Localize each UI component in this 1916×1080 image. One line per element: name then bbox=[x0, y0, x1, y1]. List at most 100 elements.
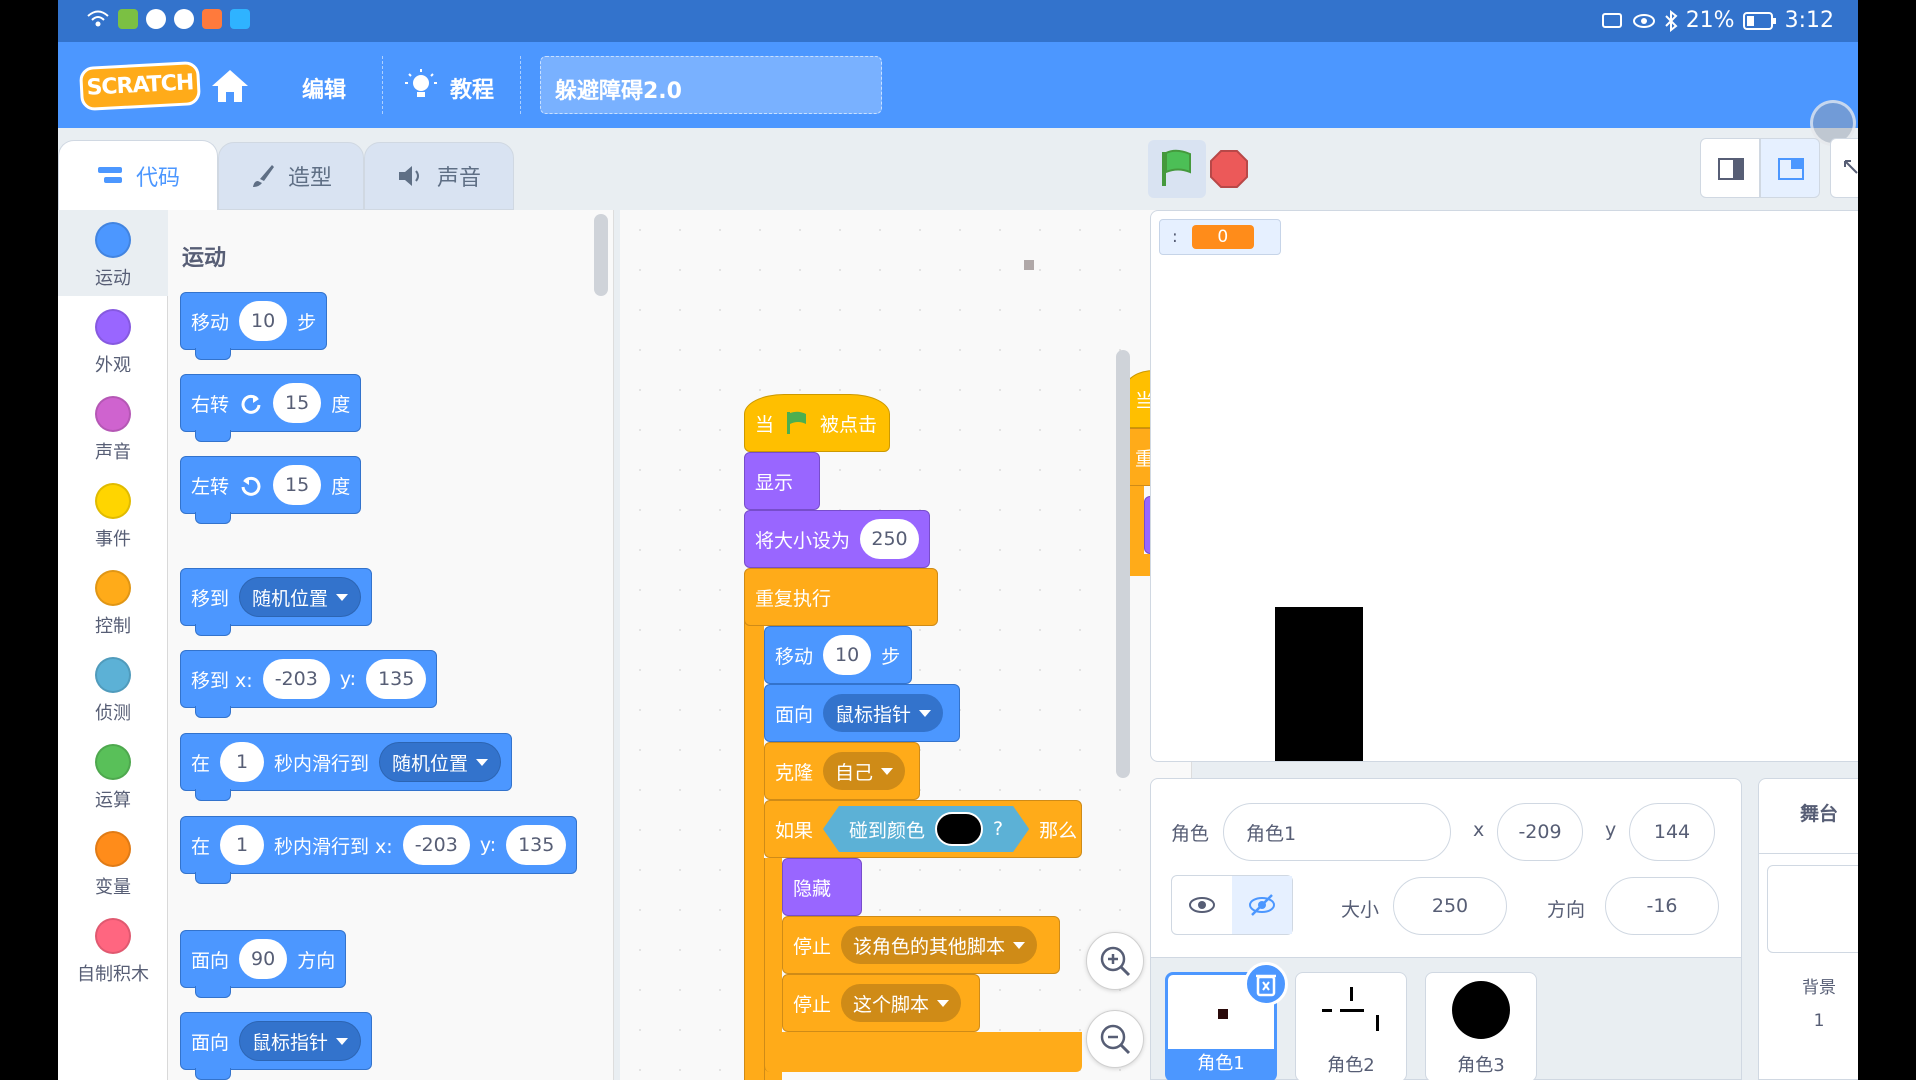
sprite-label: 角色 bbox=[1171, 823, 1210, 845]
lightbulb-icon[interactable] bbox=[404, 68, 438, 102]
zoom-out-button[interactable] bbox=[1086, 1010, 1144, 1068]
script-scrollbar[interactable] bbox=[1116, 350, 1130, 778]
category-operators[interactable]: 运算 bbox=[58, 732, 168, 818]
block-input[interactable]: 250 bbox=[860, 519, 919, 559]
block-input[interactable]: 10 bbox=[823, 635, 872, 675]
block-input[interactable]: 135 bbox=[506, 825, 567, 865]
sprite-thumbnail bbox=[1452, 981, 1510, 1039]
dropdown-value: 这个脚本 bbox=[853, 993, 930, 1016]
tutorial-menu[interactable]: 教程 bbox=[450, 72, 494, 104]
palette-scrollbar[interactable] bbox=[594, 214, 608, 296]
x-input[interactable]: -209 bbox=[1497, 803, 1583, 861]
block-point-towards[interactable]: 面向 鼠标指针 bbox=[180, 1012, 373, 1080]
block-touching-color[interactable]: 碰到颜色 ? bbox=[823, 806, 1029, 852]
stage-canvas[interactable]: : 0 bbox=[1150, 210, 1858, 762]
block-input[interactable]: -203 bbox=[262, 659, 330, 699]
block-stop-other-scripts[interactable]: 停止 该角色的其他脚本 bbox=[782, 916, 1060, 974]
block-input[interactable]: 15 bbox=[273, 383, 322, 423]
obstacle-sprite[interactable] bbox=[1275, 607, 1363, 761]
variable-monitor[interactable]: : 0 bbox=[1159, 219, 1281, 255]
stage-selector-panel[interactable]: 舞台 背景 1 bbox=[1758, 778, 1858, 1080]
speaker-icon bbox=[398, 166, 419, 186]
block-goto-xy[interactable]: 移到 x: -203 y: 135 bbox=[180, 650, 438, 718]
large-stage-button[interactable] bbox=[1760, 138, 1820, 198]
script-area[interactable]: 当 被点击 显示 将大小设为 250 重复执行 移动 10 步 面向 鼠标指针 … bbox=[620, 210, 1192, 1080]
block-turn-right[interactable]: 右转 15 度 bbox=[180, 374, 362, 442]
category-my-blocks[interactable]: 自制积木 bbox=[58, 906, 168, 992]
block-dropdown[interactable]: 随机位置 bbox=[379, 742, 502, 782]
home-icon[interactable] bbox=[210, 66, 250, 106]
block-dropdown[interactable]: 该角色的其他脚本 bbox=[841, 926, 1038, 964]
category-events[interactable]: 事件 bbox=[58, 471, 168, 557]
block-input[interactable]: 90 bbox=[239, 939, 288, 979]
stage-thumbnail[interactable] bbox=[1767, 865, 1858, 953]
color-picker-input[interactable] bbox=[935, 812, 983, 846]
block-input[interactable]: 1 bbox=[220, 742, 265, 782]
zoom-in-button[interactable] bbox=[1086, 932, 1144, 990]
clock: 3:12 bbox=[1784, 8, 1834, 33]
tab-costume[interactable]: 造型 bbox=[218, 142, 364, 210]
stage-panel-title: 舞台 bbox=[1799, 803, 1838, 825]
category-sound[interactable]: 声音 bbox=[58, 384, 168, 470]
block-point-direction[interactable]: 面向 90 方向 bbox=[180, 930, 347, 998]
category-variables[interactable]: 变量 bbox=[58, 819, 168, 905]
block-text: 秒内滑行到 bbox=[274, 752, 370, 775]
stage-panel-divider bbox=[1759, 853, 1858, 854]
block-dropdown[interactable]: 鼠标指针 bbox=[823, 694, 944, 732]
block-turn-left[interactable]: 左转 15 度 bbox=[180, 456, 362, 524]
project-title-input[interactable]: 躲避障碍2.0 bbox=[540, 56, 882, 114]
block-when-flag-clicked[interactable]: 当 被点击 bbox=[744, 394, 890, 452]
fullscreen-button[interactable] bbox=[1830, 138, 1858, 198]
scratch-logo[interactable]: SCRATCH bbox=[78, 60, 202, 112]
block-create-clone[interactable]: 克隆 自己 bbox=[764, 742, 920, 800]
category-looks[interactable]: 外观 bbox=[58, 297, 168, 383]
block-stop-this-script[interactable]: 停止 这个脚本 bbox=[782, 974, 980, 1032]
tab-sound[interactable]: 声音 bbox=[364, 142, 514, 210]
small-stage-button[interactable] bbox=[1700, 138, 1760, 198]
eye-slash-icon bbox=[1249, 894, 1275, 916]
category-motion[interactable]: 运动 bbox=[58, 210, 168, 296]
stop-button[interactable] bbox=[1210, 150, 1248, 188]
hide-sprite-button[interactable] bbox=[1232, 876, 1292, 934]
block-dropdown[interactable]: 鼠标指针 bbox=[239, 1021, 362, 1061]
block-forever[interactable]: 重复执行 bbox=[744, 568, 938, 626]
category-dot bbox=[95, 222, 131, 258]
block-set-size[interactable]: 将大小设为 250 bbox=[744, 510, 930, 568]
direction-input[interactable]: -16 bbox=[1605, 877, 1719, 935]
category-sensing[interactable]: 侦测 bbox=[58, 645, 168, 731]
block-dropdown[interactable]: 这个脚本 bbox=[841, 984, 962, 1022]
block-if-then[interactable]: 如果 碰到颜色 ? 那么 bbox=[764, 800, 1082, 858]
block-show[interactable]: 显示 bbox=[744, 452, 820, 510]
sprite-name-input[interactable]: 角色1 bbox=[1223, 803, 1451, 861]
block-input[interactable]: 15 bbox=[273, 465, 322, 505]
block-point-towards[interactable]: 面向 鼠标指针 bbox=[764, 684, 960, 742]
sprite-card-2[interactable]: 角色2 bbox=[1295, 972, 1407, 1080]
block-glide-xy[interactable]: 在 1 秒内滑行到 x: -203 y: 135 bbox=[180, 816, 578, 884]
block-move-steps[interactable]: 移动 10 步 bbox=[180, 292, 328, 360]
green-flag-button[interactable] bbox=[1148, 140, 1206, 198]
show-sprite-button[interactable] bbox=[1172, 876, 1232, 934]
block-glide[interactable]: 在 1 秒内滑行到 随机位置 bbox=[180, 733, 513, 801]
edit-menu[interactable]: 编辑 bbox=[302, 72, 346, 104]
sprite-card-3[interactable]: 角色3 bbox=[1425, 972, 1537, 1080]
y-input[interactable]: 144 bbox=[1629, 803, 1715, 861]
block-goto[interactable]: 移到 随机位置 bbox=[180, 568, 373, 636]
block-input[interactable]: -203 bbox=[402, 825, 470, 865]
block-input[interactable]: 135 bbox=[366, 659, 427, 699]
tab-code[interactable]: 代码 bbox=[58, 140, 218, 210]
category-control[interactable]: 控制 bbox=[58, 558, 168, 644]
size-input[interactable]: 250 bbox=[1393, 877, 1507, 935]
delete-sprite-button[interactable] bbox=[1244, 962, 1288, 1006]
block-input[interactable]: 10 bbox=[239, 301, 288, 341]
block-move-steps[interactable]: 移动 10 步 bbox=[764, 626, 912, 684]
block-dropdown[interactable]: 随机位置 bbox=[239, 577, 362, 617]
block-input[interactable]: 1 bbox=[220, 825, 265, 865]
block-dropdown[interactable]: 自己 bbox=[823, 752, 906, 790]
category-label: 自制积木 bbox=[77, 964, 149, 985]
block-text: 方向 bbox=[297, 949, 336, 972]
app-icon bbox=[174, 9, 194, 29]
block-hide[interactable]: 隐藏 bbox=[782, 858, 862, 916]
dropdown-arrow-icon bbox=[919, 709, 932, 717]
block-text: y: bbox=[479, 834, 497, 856]
sprite-info-panel: 角色 角色1 x -209 y 144 大小 250 方向 -16 bbox=[1150, 778, 1742, 958]
